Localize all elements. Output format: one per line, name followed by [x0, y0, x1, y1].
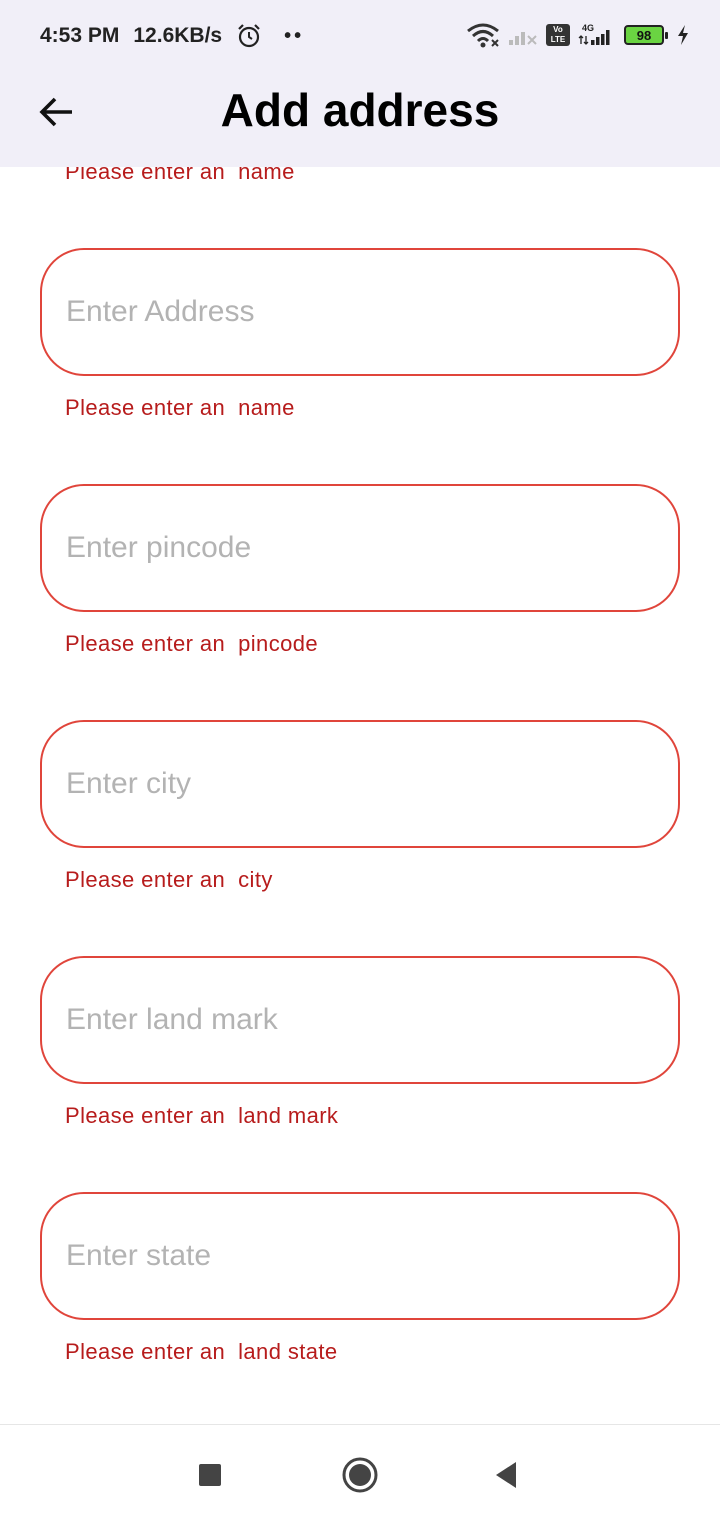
address-form: Please enter an name Please enter an nam… [0, 0, 720, 1424]
page-title: Add address [220, 84, 500, 136]
address-error-text: Please enter an name [65, 395, 295, 420]
battery-indicator: 98 [624, 25, 668, 45]
status-right: Vo LTE 4G 98 [466, 20, 690, 50]
state-field[interactable] [40, 1192, 680, 1320]
notification-dots: •• [284, 24, 305, 47]
signal-4g-icon: 4G [578, 23, 610, 45]
nav-back-button[interactable] [484, 1453, 528, 1497]
pincode-field[interactable] [40, 484, 680, 612]
recents-button[interactable] [188, 1453, 232, 1497]
status-time: 4:53 PM [40, 24, 120, 47]
charging-icon [678, 25, 688, 45]
wifi-icon [467, 23, 499, 48]
svg-text:4G: 4G [582, 23, 594, 33]
back-triangle-icon [496, 1462, 516, 1488]
status-bar: 4:53 PM 12.6KB/s •• Vo LTE 4G 98 [0, 0, 720, 70]
landmark-field[interactable] [40, 956, 680, 1084]
recents-square-icon [199, 1464, 221, 1486]
city-input[interactable] [66, 767, 646, 801]
city-error-text: Please enter an city [65, 867, 273, 892]
address-input[interactable] [66, 295, 646, 329]
status-net-speed: 12.6KB/s [133, 24, 223, 47]
system-nav-bar [0, 1424, 720, 1520]
landmark-input[interactable] [66, 1003, 646, 1037]
app-bar: Add address [0, 70, 720, 167]
pincode-error-text: Please enter an pincode [65, 631, 318, 656]
address-field[interactable] [40, 248, 680, 376]
home-button[interactable] [338, 1453, 382, 1497]
pincode-input[interactable] [66, 531, 646, 565]
city-field[interactable] [40, 720, 680, 848]
status-left: 4:53 PM 12.6KB/s •• [40, 22, 304, 50]
state-error-text: Please enter an land state [65, 1339, 338, 1364]
alarm-icon [238, 24, 260, 48]
landmark-error-text: Please enter an land mark [65, 1103, 339, 1128]
signal-weak-icon [509, 32, 537, 45]
header: 4:53 PM 12.6KB/s •• Vo LTE 4G 98 Add add… [0, 0, 720, 167]
home-circle-icon [342, 1457, 378, 1493]
state-input[interactable] [66, 1239, 646, 1273]
volte-badge: Vo LTE [546, 24, 570, 46]
